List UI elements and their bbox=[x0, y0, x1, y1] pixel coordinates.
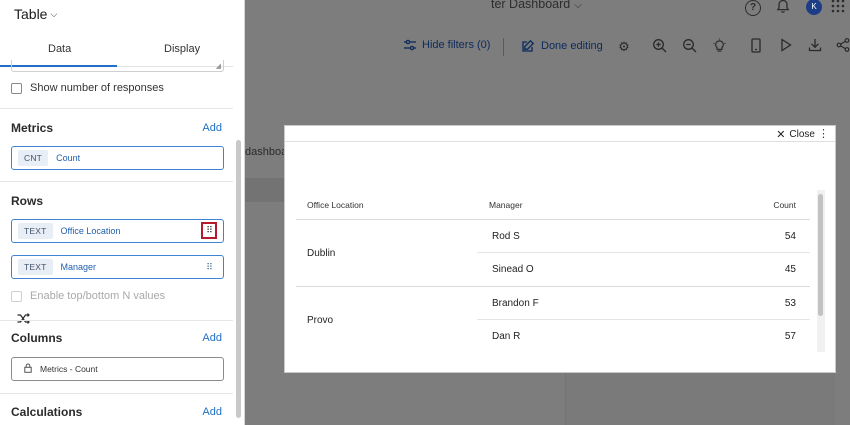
section-divider bbox=[0, 181, 233, 182]
table-row: Dan R 57 bbox=[477, 320, 810, 353]
toolbar-divider bbox=[503, 38, 504, 56]
widget-type-dropdown[interactable]: Table ⌵ bbox=[14, 6, 57, 22]
tab-display[interactable]: Display bbox=[164, 43, 200, 55]
table-preview-modal: ✕ Close ⋮ Office Location Manager Count … bbox=[284, 125, 836, 373]
avatar[interactable]: K bbox=[806, 0, 822, 15]
filter-sliders-icon bbox=[404, 39, 416, 51]
column-header-count[interactable]: Count bbox=[773, 200, 796, 210]
resize-grip-icon[interactable]: ◢ bbox=[216, 62, 221, 70]
cell-count: 53 bbox=[784, 298, 796, 309]
calculations-section-title: Calculations bbox=[11, 405, 83, 419]
column-metrics-count-field: Metrics - Count bbox=[11, 357, 224, 381]
field-label: Office Location bbox=[60, 226, 121, 236]
add-column-button[interactable]: Add bbox=[202, 332, 222, 344]
lightbulb-icon[interactable] bbox=[710, 38, 728, 56]
table-group: Provo Brandon F 53 Dan R 57 bbox=[296, 287, 810, 354]
field-type-tag: TEXT bbox=[18, 259, 53, 275]
hide-filters-label: Hide filters (0) bbox=[422, 39, 491, 51]
modal-header: ✕ Close ⋮ bbox=[285, 126, 835, 142]
metric-count-field[interactable]: CNT Count bbox=[11, 146, 224, 170]
edit-pencil-icon bbox=[522, 39, 535, 52]
columns-section-title: Columns bbox=[11, 331, 63, 345]
field-label: Count bbox=[56, 153, 81, 163]
close-button[interactable]: ✕ Close bbox=[776, 128, 815, 141]
gear-icon[interactable]: ⚙ bbox=[615, 38, 633, 56]
widget-type-label: Table bbox=[14, 6, 48, 22]
done-editing-button[interactable]: Done editing bbox=[521, 39, 603, 53]
cell-count: 45 bbox=[784, 264, 796, 275]
close-label: Close bbox=[789, 129, 815, 140]
show-responses-checkbox[interactable] bbox=[11, 82, 22, 94]
cell-count: 54 bbox=[784, 231, 796, 242]
field-label: Manager bbox=[60, 262, 97, 272]
show-responses-checkbox-row[interactable]: Show number of responses bbox=[11, 82, 164, 94]
tab-data[interactable]: Data bbox=[48, 43, 71, 55]
description-textarea[interactable]: ◢ bbox=[11, 60, 224, 72]
field-type-tag: CNT bbox=[18, 150, 49, 166]
dashboard-header-strip bbox=[245, 178, 285, 202]
row-manager-field[interactable]: TEXT Manager ⠿ bbox=[11, 255, 224, 279]
panel-scrollbar[interactable] bbox=[236, 140, 241, 418]
drag-handle-icon[interactable]: ⠿ bbox=[203, 261, 215, 273]
mobile-preview-icon[interactable] bbox=[747, 38, 765, 56]
top-bottom-checkbox-row: Enable top/bottom N values bbox=[11, 290, 165, 302]
table-row: Rod S 54 bbox=[477, 220, 810, 253]
drag-handle-icon[interactable]: ⠿ bbox=[201, 222, 217, 239]
table-row: Sinead O 45 bbox=[477, 253, 810, 286]
lock-icon bbox=[24, 363, 32, 375]
close-icon: ✕ bbox=[776, 129, 786, 141]
modal-scrollbar-thumb[interactable] bbox=[818, 194, 823, 316]
row-office-location-field[interactable]: TEXT Office Location ⠿ bbox=[11, 219, 224, 243]
add-metric-button[interactable]: Add bbox=[202, 122, 222, 134]
cell-manager: Dan R bbox=[492, 331, 521, 342]
table-header: Office Location Manager Count bbox=[296, 190, 810, 220]
cell-manager: Sinead O bbox=[492, 264, 534, 275]
hide-filters-button[interactable]: Hide filters (0) bbox=[403, 39, 490, 51]
chevron-down-icon: ⌵ bbox=[574, 0, 582, 11]
chevron-down-icon: ⌵ bbox=[50, 8, 58, 19]
dashboard-toolbar: Hide filters (0) Done editing ⚙ bbox=[245, 32, 850, 62]
group-label: Dublin bbox=[307, 248, 336, 259]
cell-count: 57 bbox=[784, 331, 796, 342]
widget-edit-panel: Table ⌵ Data Display ◢ Show number of re… bbox=[0, 0, 245, 425]
more-options-icon[interactable]: ⋮ bbox=[818, 127, 829, 140]
help-icon[interactable]: ? bbox=[745, 0, 761, 16]
add-calculation-button[interactable]: Add bbox=[202, 406, 222, 418]
group-label: Provo bbox=[307, 315, 334, 326]
column-header-office-location[interactable]: Office Location bbox=[307, 200, 364, 210]
section-divider bbox=[0, 108, 233, 109]
metrics-section-title: Metrics bbox=[11, 121, 54, 135]
cell-manager: Rod S bbox=[492, 231, 520, 242]
cell-manager: Brandon F bbox=[492, 298, 539, 309]
dashboard-title-text: ter Dashboard bbox=[491, 0, 571, 11]
column-header-manager[interactable]: Manager bbox=[489, 200, 523, 210]
top-bottom-checkbox bbox=[11, 290, 22, 302]
section-divider bbox=[0, 393, 233, 394]
locked-field-label: Metrics - Count bbox=[40, 364, 98, 374]
download-icon[interactable] bbox=[806, 38, 824, 56]
dashboard-top-bar: ter Dashboard ⌵ ? K bbox=[245, 0, 850, 16]
table-group: Dublin Rod S 54 Sinead O 45 bbox=[296, 220, 810, 287]
top-bottom-label: Enable top/bottom N values bbox=[30, 290, 166, 302]
play-icon[interactable] bbox=[777, 38, 795, 56]
apps-grid-icon[interactable] bbox=[830, 0, 846, 15]
section-divider bbox=[0, 320, 233, 321]
show-responses-label: Show number of responses bbox=[30, 82, 164, 94]
zoom-in-icon[interactable] bbox=[650, 38, 668, 56]
zoom-out-icon[interactable] bbox=[680, 38, 698, 56]
table-row: Brandon F 53 bbox=[477, 287, 810, 320]
share-icon[interactable] bbox=[834, 38, 850, 56]
dashboard-title[interactable]: ter Dashboard ⌵ bbox=[491, 0, 582, 11]
done-editing-label: Done editing bbox=[541, 40, 603, 52]
field-type-tag: TEXT bbox=[18, 223, 53, 239]
dashboard-widget-area bbox=[565, 372, 835, 425]
rows-section-title: Rows bbox=[11, 194, 44, 208]
bell-icon[interactable] bbox=[775, 0, 791, 15]
